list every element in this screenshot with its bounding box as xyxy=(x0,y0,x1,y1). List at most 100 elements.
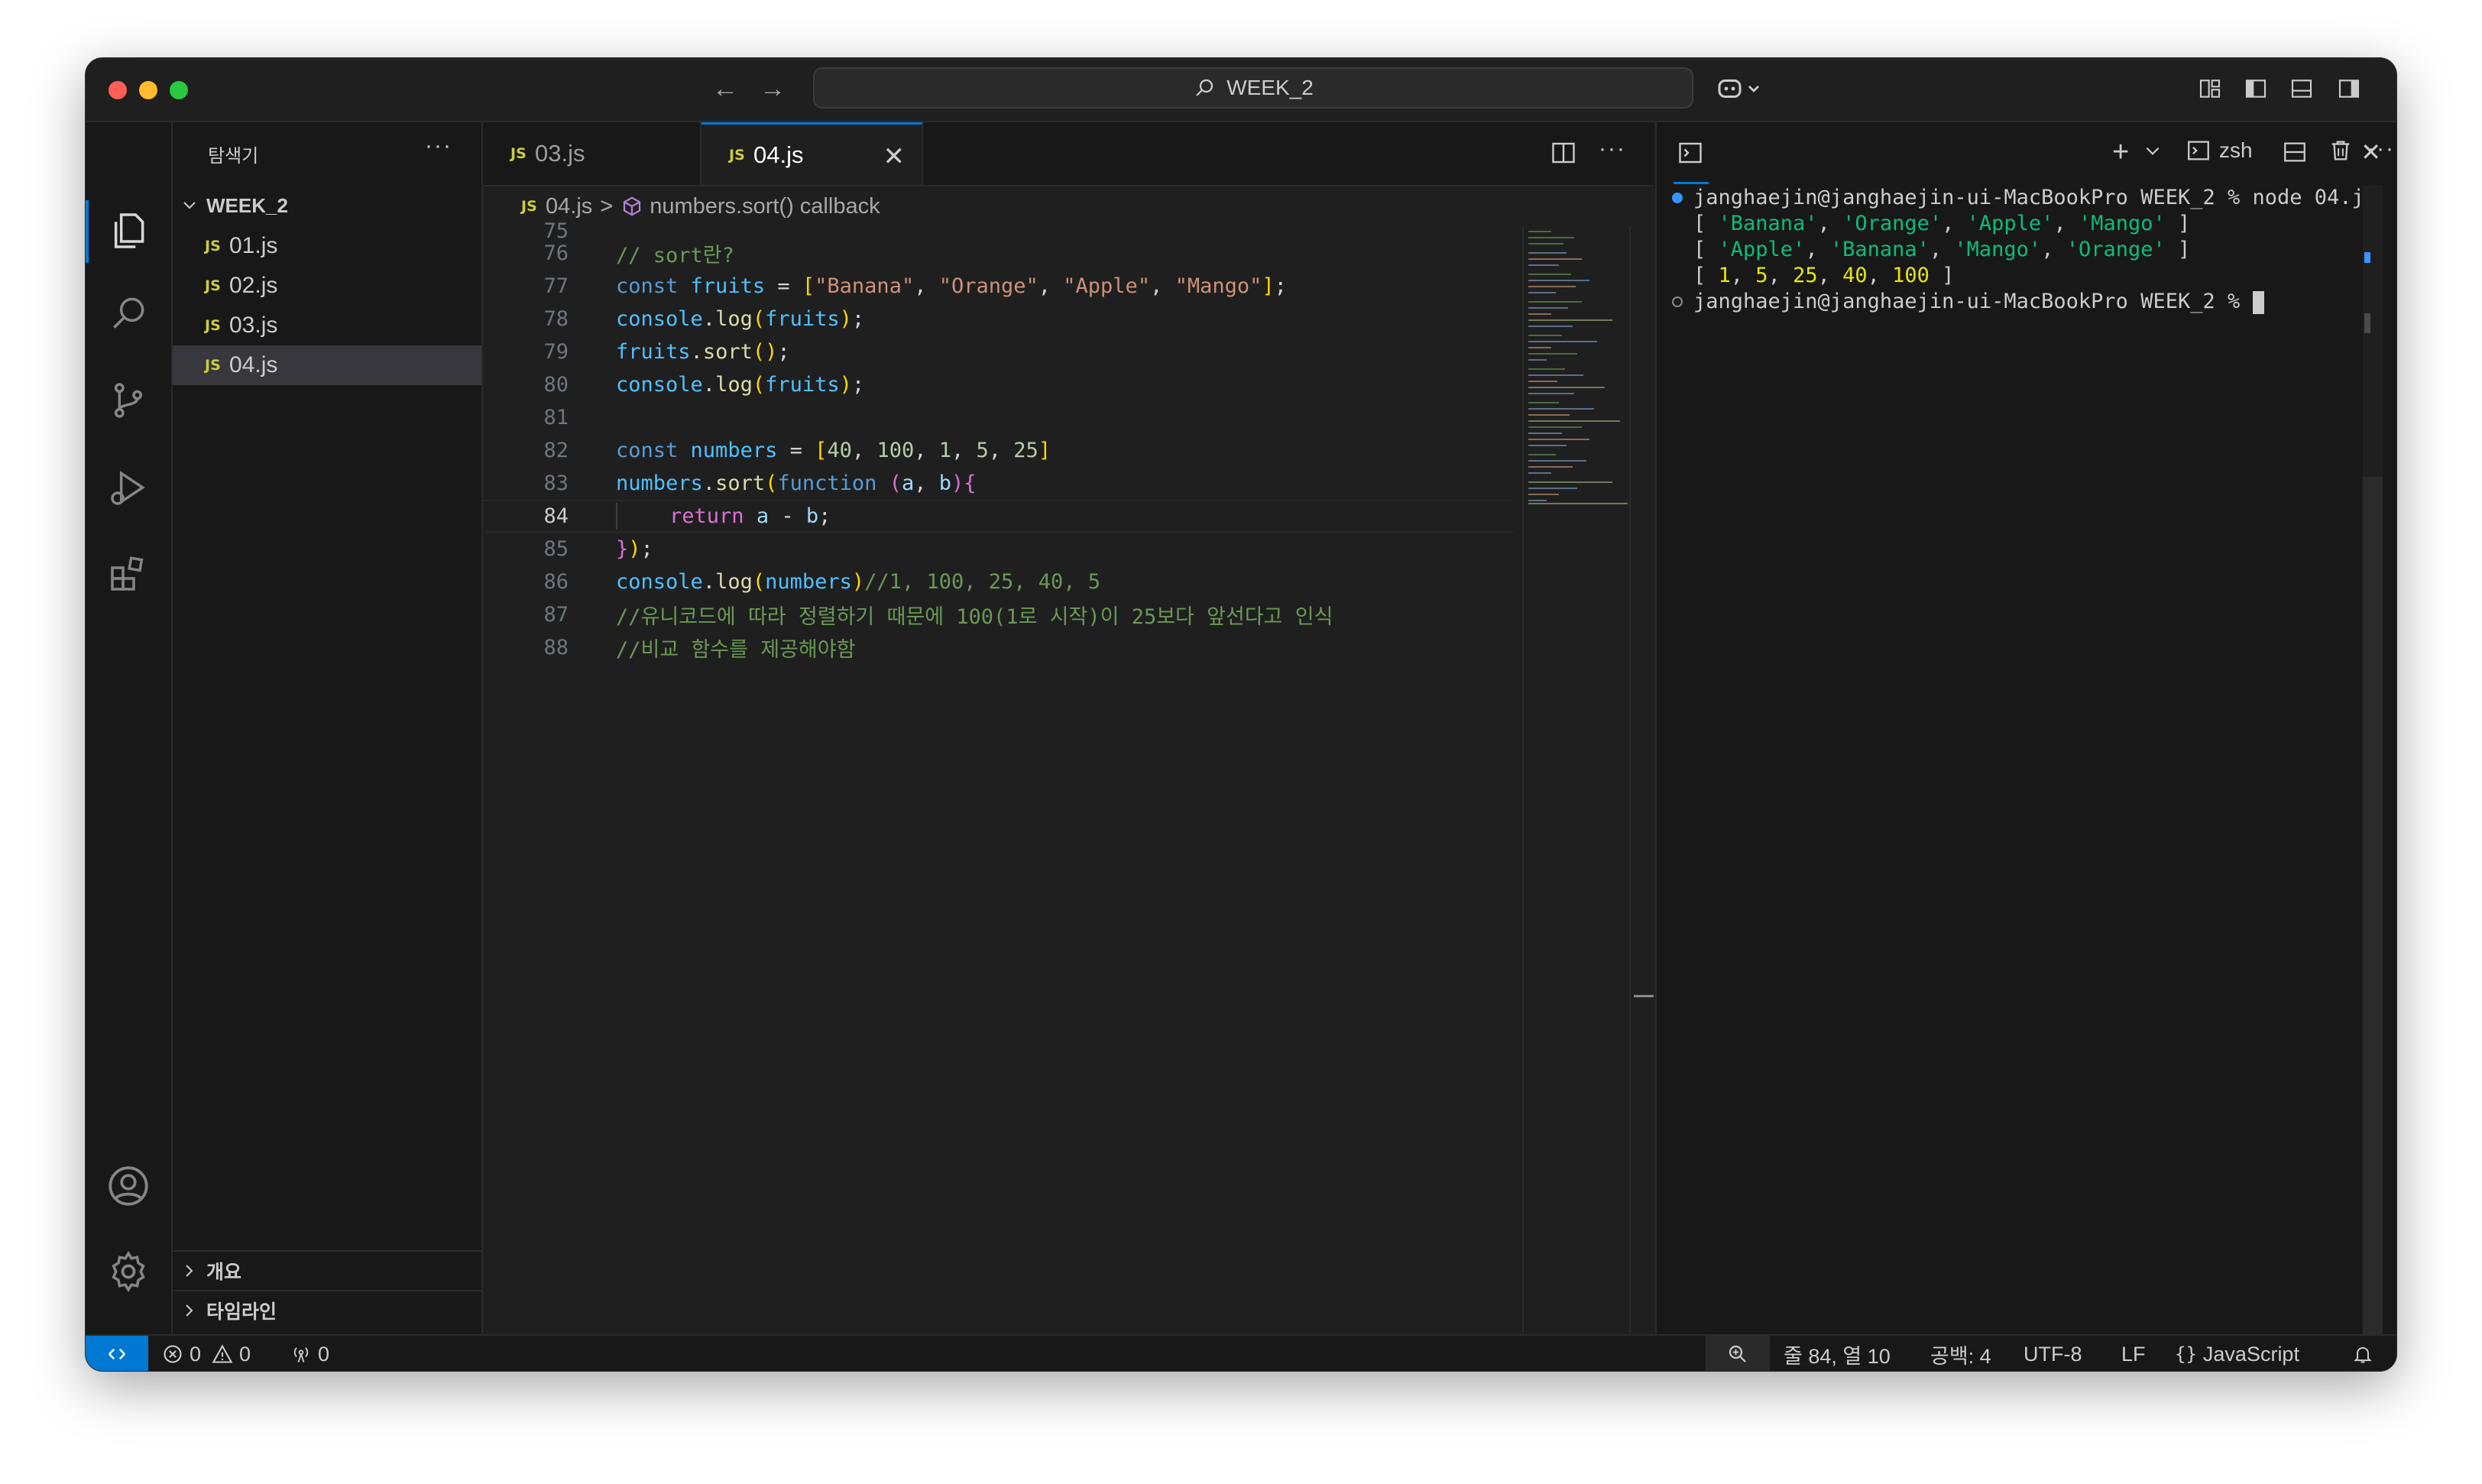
settings-gear-icon[interactable] xyxy=(99,1243,157,1301)
folder-week2[interactable]: WEEK_2 xyxy=(173,188,481,223)
code-line: 81 xyxy=(543,406,569,429)
code-line: 79 fruits.sort(); xyxy=(543,340,790,364)
file-item-01[interactable]: JS 01.js xyxy=(173,226,481,266)
code-line-current: 84 return a - b; xyxy=(483,500,1513,533)
file-name: 01.js xyxy=(229,233,278,258)
breadcrumb-file[interactable]: 04.js xyxy=(546,194,592,219)
toggle-primary-sidebar-icon[interactable] xyxy=(2241,73,2271,104)
toggle-secondary-sidebar-icon[interactable] xyxy=(2334,73,2364,104)
terminal-shell-selector[interactable]: zsh xyxy=(2186,138,2253,164)
tab-03js[interactable]: JS 03.js xyxy=(483,122,702,185)
editor-more-actions[interactable]: ··· xyxy=(1599,136,1626,162)
tab-label: 04.js xyxy=(753,141,804,168)
language-mode[interactable]: {} JavaScript xyxy=(2175,1336,2299,1371)
explorer-more-actions[interactable]: ··· xyxy=(425,133,452,159)
timeline-section[interactable]: 타임라인 xyxy=(173,1290,481,1330)
code-line: 87 //유니코드에 따라 정렬하기 때문에 100(1로 시작)이 25보다 … xyxy=(483,598,1513,631)
new-terminal-plus-icon[interactable]: + xyxy=(2112,138,2129,167)
comment: //1, 100, 25, 40, 5 xyxy=(864,570,1101,594)
cursor-position[interactable]: 줄 84, 열 10 xyxy=(1784,1336,1891,1371)
editor-scrollbar[interactable] xyxy=(1629,226,1655,1334)
editor-tabs: JS 03.js JS 04.js ✕ ··· xyxy=(483,122,1654,186)
code-editor[interactable]: 75 76 // sort란? 77 const fruits = ["Bana… xyxy=(483,219,1522,1334)
command-success-decoration xyxy=(1672,193,1683,203)
minimap[interactable] xyxy=(1522,226,1631,1334)
source-control-icon[interactable] xyxy=(99,371,157,429)
run-debug-icon[interactable] xyxy=(99,458,157,517)
js-file-icon: JS xyxy=(510,145,527,162)
terminal-output[interactable]: janghaejin@janghaejin-ui-MacBookPro WEEK… xyxy=(1657,185,2396,1334)
js-file-icon: JS xyxy=(205,277,221,294)
zoom-icon[interactable] xyxy=(1706,1336,1770,1371)
active-indicator xyxy=(86,200,89,263)
command-center-label: WEEK_2 xyxy=(1226,76,1314,99)
explorer-sidebar: 탐색기 ··· WEEK_2 JS 01.js JS 02.js JS 03.j… xyxy=(173,122,483,1334)
comment: // sort란? xyxy=(616,244,734,267)
terminal-scroll-marker xyxy=(2364,313,2370,333)
title-bar: ← → WEEK_2 xyxy=(86,58,2396,122)
outline-label: 개요 xyxy=(206,1262,242,1283)
terminal-command-line: janghaejin@janghaejin-ui-MacBookPro WEEK… xyxy=(1693,186,2377,209)
breadcrumb-symbol[interactable]: numbers.sort() callback xyxy=(650,194,880,219)
terminal-tab-indicator xyxy=(1674,182,1709,184)
comment: //비교 함수를 제공해야함 xyxy=(616,638,856,662)
code-line: 83 numbers.sort(function (a, b){ xyxy=(543,471,977,495)
trash-icon[interactable] xyxy=(2328,138,2354,167)
tab-label: 03.js xyxy=(535,140,585,167)
status-bar: 0 0 0 줄 84, 열 10 공백: 4 UTF-8 LF {} JavaS… xyxy=(86,1334,2396,1371)
file-item-04[interactable]: JS 04.js xyxy=(173,345,481,385)
explorer-icon[interactable] xyxy=(99,202,157,260)
maximize-window-button[interactable] xyxy=(170,81,188,99)
braces-icon: {} xyxy=(2175,1343,2197,1365)
terminal-prompt-line: janghaejin@janghaejin-ui-MacBookPro WEEK… xyxy=(1693,289,2264,315)
chevron-down-icon[interactable] xyxy=(2143,141,2163,164)
command-center-search[interactable]: WEEK_2 xyxy=(813,67,1693,109)
code-line: 88 //비교 함수를 제공해야함 xyxy=(483,631,1513,664)
search-icon xyxy=(1196,79,1213,96)
chevron-right-icon xyxy=(173,1301,206,1320)
close-panel-icon[interactable]: ✕ xyxy=(2360,138,2381,167)
code-line: 78 console.log(fruits); xyxy=(543,307,865,331)
customize-layout-icon[interactable] xyxy=(2195,73,2225,104)
accounts-icon[interactable] xyxy=(99,1157,157,1215)
terminal-scroll-thumb[interactable] xyxy=(2363,477,2383,1334)
file-item-02[interactable]: JS 02.js xyxy=(173,266,481,306)
split-editor-icon[interactable] xyxy=(1550,139,1577,170)
code-line: 82 const numbers = [40, 100, 1, 5, 25] xyxy=(543,439,1051,462)
forward-arrow-icon[interactable]: → xyxy=(760,73,786,104)
outline-section[interactable]: 개요 xyxy=(173,1250,481,1290)
broadcast-icon xyxy=(290,1343,312,1365)
code-line: 76 // sort란? xyxy=(483,237,1513,270)
editor-group: JS 03.js JS 04.js ✕ ··· JS 04.js > numbe… xyxy=(483,122,1655,1334)
indentation[interactable]: 공백: 4 xyxy=(1930,1336,1991,1371)
problems-indicator[interactable]: 0 0 xyxy=(162,1336,251,1371)
minimize-window-button[interactable] xyxy=(139,81,157,99)
split-terminal-icon[interactable] xyxy=(2282,139,2308,169)
terminal-scroll-marker xyxy=(2364,252,2370,263)
notifications-bell-icon[interactable] xyxy=(2352,1336,2373,1371)
search-icon[interactable] xyxy=(99,284,157,342)
extensions-icon[interactable] xyxy=(99,544,157,602)
close-window-button[interactable] xyxy=(109,81,127,99)
ports-indicator[interactable]: 0 xyxy=(290,1336,329,1371)
file-name: 03.js xyxy=(229,313,278,338)
encoding[interactable]: UTF-8 xyxy=(2024,1336,2082,1371)
back-arrow-icon[interactable]: ← xyxy=(712,73,738,104)
toggle-panel-icon[interactable] xyxy=(2286,73,2317,104)
copilot-icon[interactable] xyxy=(1713,73,1767,104)
terminal-scrollbar[interactable] xyxy=(2363,185,2383,1334)
terminal-icon[interactable] xyxy=(1677,139,1704,170)
remote-icon xyxy=(109,1348,125,1360)
tab-04js[interactable]: JS 04.js ✕ xyxy=(702,122,923,185)
close-tab-icon[interactable]: ✕ xyxy=(883,141,906,172)
js-file-icon: JS xyxy=(205,317,221,334)
vscode-window: ← → WEEK_2 탐색기 ··· WEEK_2 JS 01.js JS 02… xyxy=(86,58,2396,1371)
explorer-title: 탐색기 xyxy=(208,146,259,167)
code-line: 86 console.log(numbers)//1, 100, 25, 40,… xyxy=(543,570,1101,594)
end-of-line[interactable]: LF xyxy=(2121,1336,2146,1371)
js-file-icon: JS xyxy=(729,146,745,164)
file-name: 02.js xyxy=(229,273,278,298)
remote-indicator[interactable] xyxy=(86,1336,148,1371)
file-item-03[interactable]: JS 03.js xyxy=(173,306,481,345)
shell-name: zsh xyxy=(2219,138,2253,162)
